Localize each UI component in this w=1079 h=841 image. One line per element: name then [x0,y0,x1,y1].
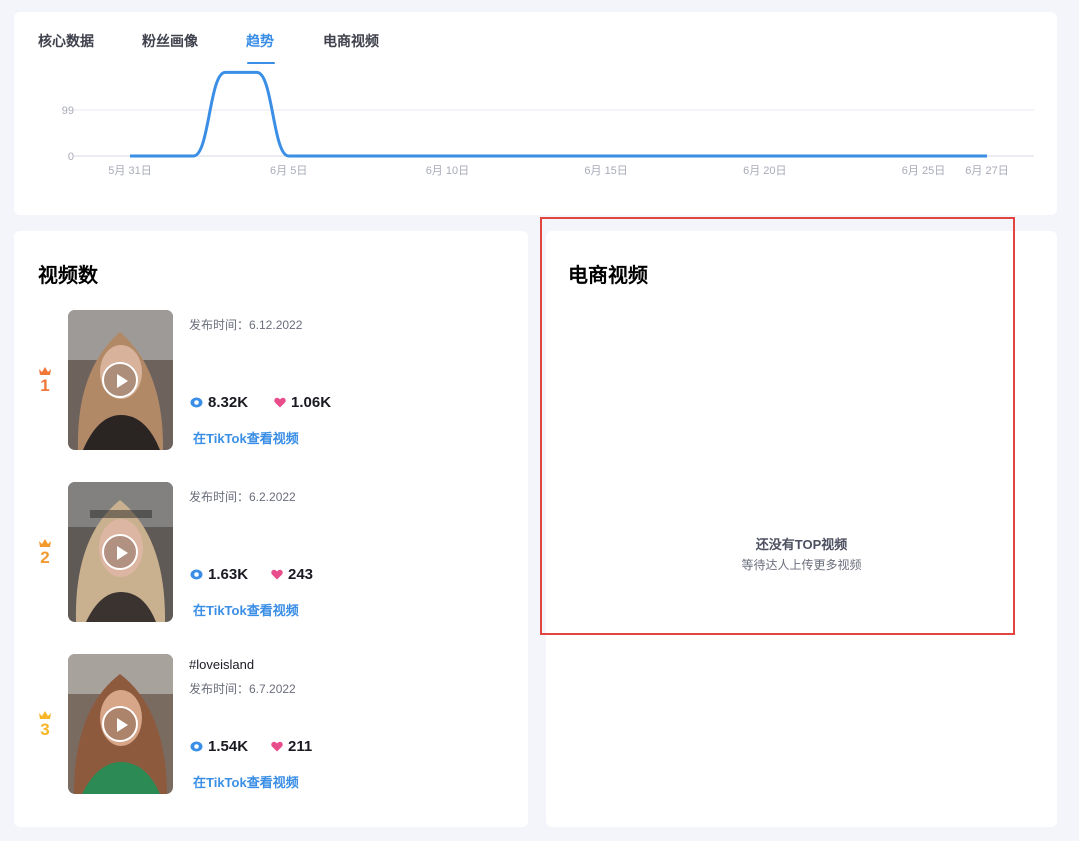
view-count: 1.63K [208,566,249,583]
like-count: 243 [288,566,314,583]
view-on-tiktok-link[interactable]: 在TikTok查看视频 [193,772,299,791]
tab-fan-profile[interactable]: 粉丝画像 [142,31,198,51]
x-tick-label: 6月 15日 [584,165,627,177]
eye-icon [190,741,203,752]
publish-date: 发布时间：6.2.2022 [189,490,296,504]
tab-bar: 核心数据 粉丝画像 趋势 电商视频 [14,12,1057,64]
view-on-tiktok-link[interactable]: 在TikTok查看视频 [193,600,299,619]
like-count: 211 [288,738,313,755]
section-title: 电商视频 [568,265,648,287]
play-icon [102,534,138,570]
view-on-tiktok-link[interactable]: 在TikTok查看视频 [193,428,299,447]
y-tick-label: 99 [62,105,74,117]
publish-date: 发布时间：6.12.2022 [189,318,303,332]
crown-icon [39,711,51,719]
y-tick-label: 0 [68,151,74,163]
video-item: 1 发布时间：6.12.2022 8.32K 1.06K 在TikTok查看视频 [14,310,528,450]
video-thumbnail[interactable] [68,310,173,450]
section-title: 视频数 [38,265,98,287]
tab-trend[interactable]: 趋势 [246,31,274,51]
publish-date: 发布时间：6.7.2022 [189,682,296,696]
x-tick-label: 5月 31日 [108,165,151,177]
series-line [130,70,987,158]
video-title: #loveisland [189,657,255,672]
rank-badge: 2 [36,538,54,568]
video-thumbnail[interactable] [68,654,173,794]
eye-icon [190,569,203,580]
rank-number: 3 [40,720,50,739]
x-tick-label: 6月 10日 [426,165,469,177]
ecommerce-videos-card: 电商视频 还没有TOP视频 等待达人上传更多视频 [546,231,1057,827]
rank-badge: 1 [36,366,54,396]
x-tick-label: 6月 20日 [743,165,786,177]
empty-state-subtitle: 等待达人上传更多视频 [741,558,862,572]
x-tick-label: 6月 25日 [902,165,945,177]
view-count: 1.54K [208,738,249,755]
play-icon [102,706,138,742]
crown-icon [39,539,51,547]
empty-state-title: 还没有TOP视频 [755,537,848,552]
trend-line-chart: 99 0 5月 31日 6月 5日 6月 10日 6月 15日 6月 20日 6月 25日 6… [62,70,1034,177]
video-item: 3 #loveisland 发布时间：6.7.2022 1.54K 211 在T… [14,654,528,794]
x-tick-label: 6月 5日 [270,165,307,177]
eye-icon [190,397,203,408]
video-thumbnail[interactable] [68,482,173,622]
tab-core-data[interactable]: 核心数据 [38,31,94,51]
like-count: 1.06K [291,394,332,411]
x-tick-label: 6月 27日 [965,165,1008,177]
crown-icon [39,367,51,375]
rank-number: 1 [40,376,50,395]
heart-icon [271,741,283,752]
video-item: 2 发布时间：6.2.2022 1.63K 243 在TikTok查看视频 [14,482,528,622]
play-icon [102,362,138,398]
trend-card: 核心数据 粉丝画像 趋势 电商视频 99 0 5月 31日 6月 5日 6月 10日 6… [14,12,1057,215]
view-count: 8.32K [208,394,249,411]
rank-number: 2 [40,548,50,567]
rank-badge: 3 [36,710,54,740]
heart-icon [271,569,283,580]
heart-icon [274,397,286,408]
top-videos-card: 视频数 1 发布时间：6.12.2022 8.32K 1.06K 在TikTok… [14,231,528,827]
tab-ecommerce-video[interactable]: 电商视频 [323,31,379,51]
